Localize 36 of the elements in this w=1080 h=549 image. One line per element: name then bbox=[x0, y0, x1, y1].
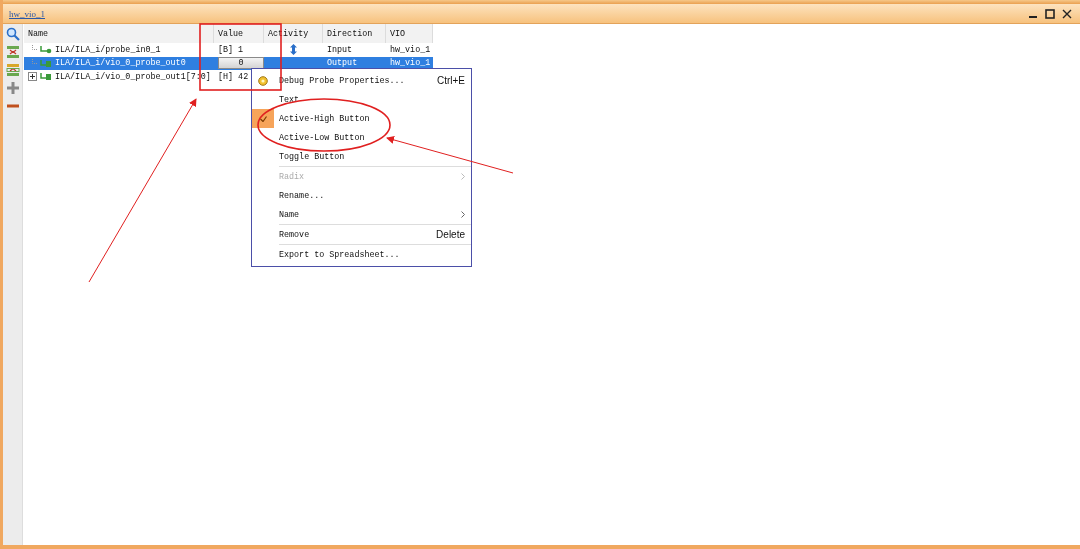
close-icon[interactable] bbox=[1062, 8, 1072, 19]
check-icon bbox=[259, 115, 267, 122]
menu-item[interactable]: Rename... bbox=[252, 186, 471, 205]
menu-item[interactable]: Name bbox=[252, 205, 471, 224]
column-header[interactable]: Value bbox=[214, 24, 264, 43]
add-icon[interactable] bbox=[5, 81, 20, 95]
table-row[interactable]: ILA/ILA_i/vio_0_probe_out0 0 Output hw_vio_1 bbox=[24, 56, 433, 70]
table-row[interactable]: ILA/ILA_i/probe_in0_1 [B] 1 Input hw_vio_1 bbox=[24, 43, 433, 57]
maximize-icon[interactable] bbox=[1045, 8, 1055, 19]
probe-vio: hw_vio_1 bbox=[390, 44, 431, 55]
probe-value: [H] 42 bbox=[218, 71, 249, 82]
search-icon[interactable] bbox=[5, 27, 20, 41]
collapse-all-icon[interactable] bbox=[5, 45, 20, 59]
shortcut-label: Delete bbox=[436, 229, 465, 240]
probe-name: ILA/ILA_i/probe_in0_1 bbox=[55, 44, 161, 55]
probe-icon bbox=[40, 72, 52, 82]
probe-name: ILA/ILA_i/vio_0_probe_out0 bbox=[55, 58, 186, 69]
menu-item[interactable]: Active-Low Button bbox=[252, 128, 471, 147]
expand-all-icon[interactable] bbox=[5, 63, 20, 77]
probe-direction: Input bbox=[327, 44, 353, 55]
column-header[interactable]: Direction bbox=[323, 24, 386, 43]
probe-icon bbox=[40, 45, 52, 55]
menu-item[interactable]: Active-High Button bbox=[252, 109, 471, 128]
window-title[interactable]: hw_vio_1 bbox=[9, 8, 45, 19]
column-header[interactable]: Name bbox=[24, 24, 214, 43]
up-down-arrow-icon bbox=[290, 44, 297, 56]
menu-item[interactable]: Export to Spreadsheet... bbox=[252, 245, 471, 264]
menu-item[interactable]: Remove Delete bbox=[252, 225, 471, 244]
value-button[interactable]: 0 bbox=[218, 57, 264, 70]
probe-icon bbox=[40, 58, 52, 68]
probe-vio: hw_vio_1 bbox=[390, 58, 431, 69]
probe-direction: Output bbox=[327, 58, 358, 69]
probe-value: [B] 1 bbox=[218, 44, 244, 55]
menu-item[interactable]: Toggle Button bbox=[252, 147, 471, 166]
shortcut-label: Ctrl+E bbox=[436, 75, 465, 86]
column-header[interactable]: VIO bbox=[386, 24, 433, 43]
